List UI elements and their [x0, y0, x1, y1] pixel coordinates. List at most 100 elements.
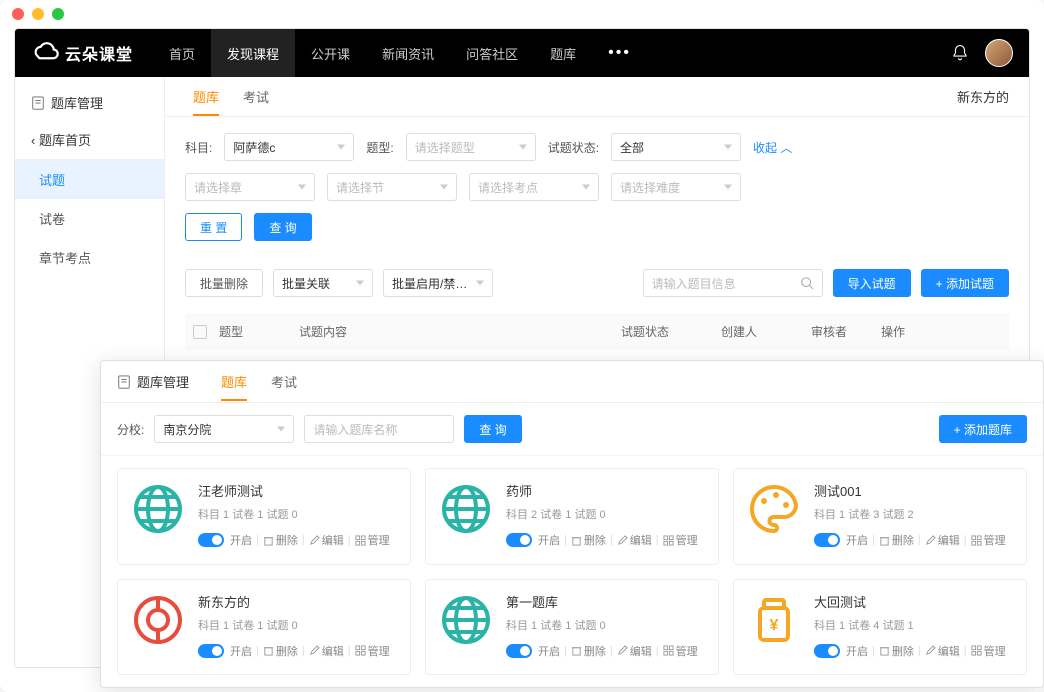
- school-select[interactable]: 南京分院: [154, 415, 294, 443]
- bell-icon[interactable]: [951, 44, 969, 62]
- card-icon: ¥: [746, 592, 802, 648]
- logo-text: 云朵课堂: [65, 41, 133, 65]
- nav-item-0[interactable]: 首页: [153, 29, 211, 77]
- toggle-open[interactable]: [506, 533, 532, 547]
- card-edit[interactable]: 编辑: [925, 643, 960, 659]
- bank-card: 汪老师测试科目 1 试卷 1 试题 0开启|删除|编辑|管理: [117, 468, 411, 565]
- card-title: 测试001: [814, 481, 1014, 500]
- close-dot[interactable]: [12, 8, 24, 20]
- card-meta: 科目 1 试卷 1 试题 0: [506, 617, 706, 633]
- nav-item-1[interactable]: 发现课程: [211, 29, 295, 77]
- search-icon: [800, 276, 814, 290]
- status-label: 试题状态:: [548, 139, 599, 156]
- logo[interactable]: 云朵课堂: [31, 39, 133, 67]
- card-edit[interactable]: 编辑: [309, 532, 344, 548]
- nav-more[interactable]: •••: [592, 44, 647, 62]
- overlay-tab-0[interactable]: 题库: [209, 362, 259, 401]
- card-manage[interactable]: 管理: [971, 643, 1006, 659]
- card-delete[interactable]: 删除: [879, 643, 914, 659]
- batch-enable-select[interactable]: 批量启用/禁…: [383, 269, 493, 297]
- card-manage[interactable]: 管理: [355, 643, 390, 659]
- overlay-window: 题库管理 题库考试 分校: 南京分院 请输入题库名称 查 询 + 添加题库 汪老…: [100, 360, 1044, 688]
- card-title: 药师: [506, 481, 706, 500]
- batch-delete-button[interactable]: 批量删除: [185, 269, 263, 297]
- card-icon: [438, 592, 494, 648]
- difficulty-select[interactable]: 请选择难度: [611, 173, 741, 201]
- status-select[interactable]: 全部: [611, 133, 741, 161]
- nav-item-5[interactable]: 题库: [534, 29, 592, 77]
- card-edit[interactable]: 编辑: [925, 532, 960, 548]
- add-question-button[interactable]: + 添加试题: [921, 269, 1009, 297]
- sidebar-title: 题库管理: [15, 85, 164, 120]
- bank-card: 药师科目 2 试卷 1 试题 0开启|删除|编辑|管理: [425, 468, 719, 565]
- nav-item-2[interactable]: 公开课: [295, 29, 366, 77]
- card-manage[interactable]: 管理: [663, 643, 698, 659]
- minimize-dot[interactable]: [32, 8, 44, 20]
- content-tabs: 题库考试 新东方的: [165, 77, 1029, 117]
- tab-0[interactable]: 题库: [181, 77, 231, 116]
- card-icon: [746, 481, 802, 537]
- bank-card: 测试001科目 1 试卷 3 试题 2开启|删除|编辑|管理: [733, 468, 1027, 565]
- card-manage[interactable]: 管理: [355, 532, 390, 548]
- toggle-open[interactable]: [814, 533, 840, 547]
- type-label: 题型:: [366, 139, 393, 156]
- card-delete[interactable]: 删除: [263, 532, 298, 548]
- doc-icon: [31, 96, 45, 110]
- overlay-title: 题库管理: [117, 372, 189, 391]
- card-delete[interactable]: 删除: [571, 532, 606, 548]
- card-delete[interactable]: 删除: [263, 643, 298, 659]
- mac-titlebar: [0, 0, 1044, 28]
- card-delete[interactable]: 删除: [571, 643, 606, 659]
- breadcrumb-right: 新东方的: [957, 87, 1013, 106]
- card-meta: 科目 1 试卷 1 试题 0: [198, 617, 398, 633]
- sidebar-item-1[interactable]: 试卷: [15, 199, 164, 238]
- overlay-tab-1[interactable]: 考试: [259, 362, 309, 401]
- import-button[interactable]: 导入试题: [833, 269, 911, 297]
- cloud-icon: [31, 39, 59, 67]
- toggle-open[interactable]: [198, 533, 224, 547]
- card-manage[interactable]: 管理: [971, 532, 1006, 548]
- tab-1[interactable]: 考试: [231, 77, 281, 116]
- collapse-link[interactable]: 收起 ︿: [753, 139, 792, 156]
- bank-name-input[interactable]: 请输入题库名称: [304, 415, 454, 443]
- card-title: 大回测试: [814, 592, 1014, 611]
- add-bank-button[interactable]: + 添加题库: [939, 415, 1027, 443]
- zoom-dot[interactable]: [52, 8, 64, 20]
- section-select[interactable]: 请选择节: [327, 173, 457, 201]
- card-meta: 科目 1 试卷 3 试题 2: [814, 506, 1014, 522]
- select-all-checkbox[interactable]: [193, 325, 207, 339]
- card-delete[interactable]: 删除: [879, 532, 914, 548]
- search-input[interactable]: 请输入题目信息: [643, 269, 823, 297]
- reset-button[interactable]: 重 置: [185, 213, 242, 241]
- card-icon: [438, 481, 494, 537]
- nav-item-4[interactable]: 问答社区: [450, 29, 534, 77]
- avatar[interactable]: [985, 39, 1013, 67]
- subject-select[interactable]: 阿萨德c: [224, 133, 354, 161]
- subject-label: 科目:: [185, 139, 212, 156]
- card-meta: 科目 1 试卷 1 试题 0: [198, 506, 398, 522]
- sidebar-back[interactable]: ‹ 题库首页: [15, 120, 164, 160]
- card-edit[interactable]: 编辑: [617, 643, 652, 659]
- card-edit[interactable]: 编辑: [617, 532, 652, 548]
- query-button[interactable]: 查 询: [254, 213, 311, 241]
- type-select[interactable]: 请选择题型: [406, 133, 536, 161]
- card-title: 第一题库: [506, 592, 706, 611]
- card-manage[interactable]: 管理: [663, 532, 698, 548]
- point-select[interactable]: 请选择考点: [469, 173, 599, 201]
- card-edit[interactable]: 编辑: [309, 643, 344, 659]
- sidebar-item-2[interactable]: 章节考点: [15, 238, 164, 277]
- toggle-open[interactable]: [198, 644, 224, 658]
- card-title: 汪老师测试: [198, 481, 398, 500]
- nav-item-3[interactable]: 新闻资讯: [366, 29, 450, 77]
- overlay-query-button[interactable]: 查 询: [464, 415, 521, 443]
- bank-card: 新东方的科目 1 试卷 1 试题 0开启|删除|编辑|管理: [117, 579, 411, 676]
- chapter-select[interactable]: 请选择章: [185, 173, 315, 201]
- bank-card: ¥大回测试科目 1 试卷 4 试题 1开启|删除|编辑|管理: [733, 579, 1027, 676]
- toggle-open[interactable]: [506, 644, 532, 658]
- card-title: 新东方的: [198, 592, 398, 611]
- batch-relate-select[interactable]: 批量关联: [273, 269, 373, 297]
- toggle-open[interactable]: [814, 644, 840, 658]
- sidebar-item-0[interactable]: 试题: [15, 160, 164, 199]
- card-icon: [130, 592, 186, 648]
- bank-card: 第一题库科目 1 试卷 1 试题 0开启|删除|编辑|管理: [425, 579, 719, 676]
